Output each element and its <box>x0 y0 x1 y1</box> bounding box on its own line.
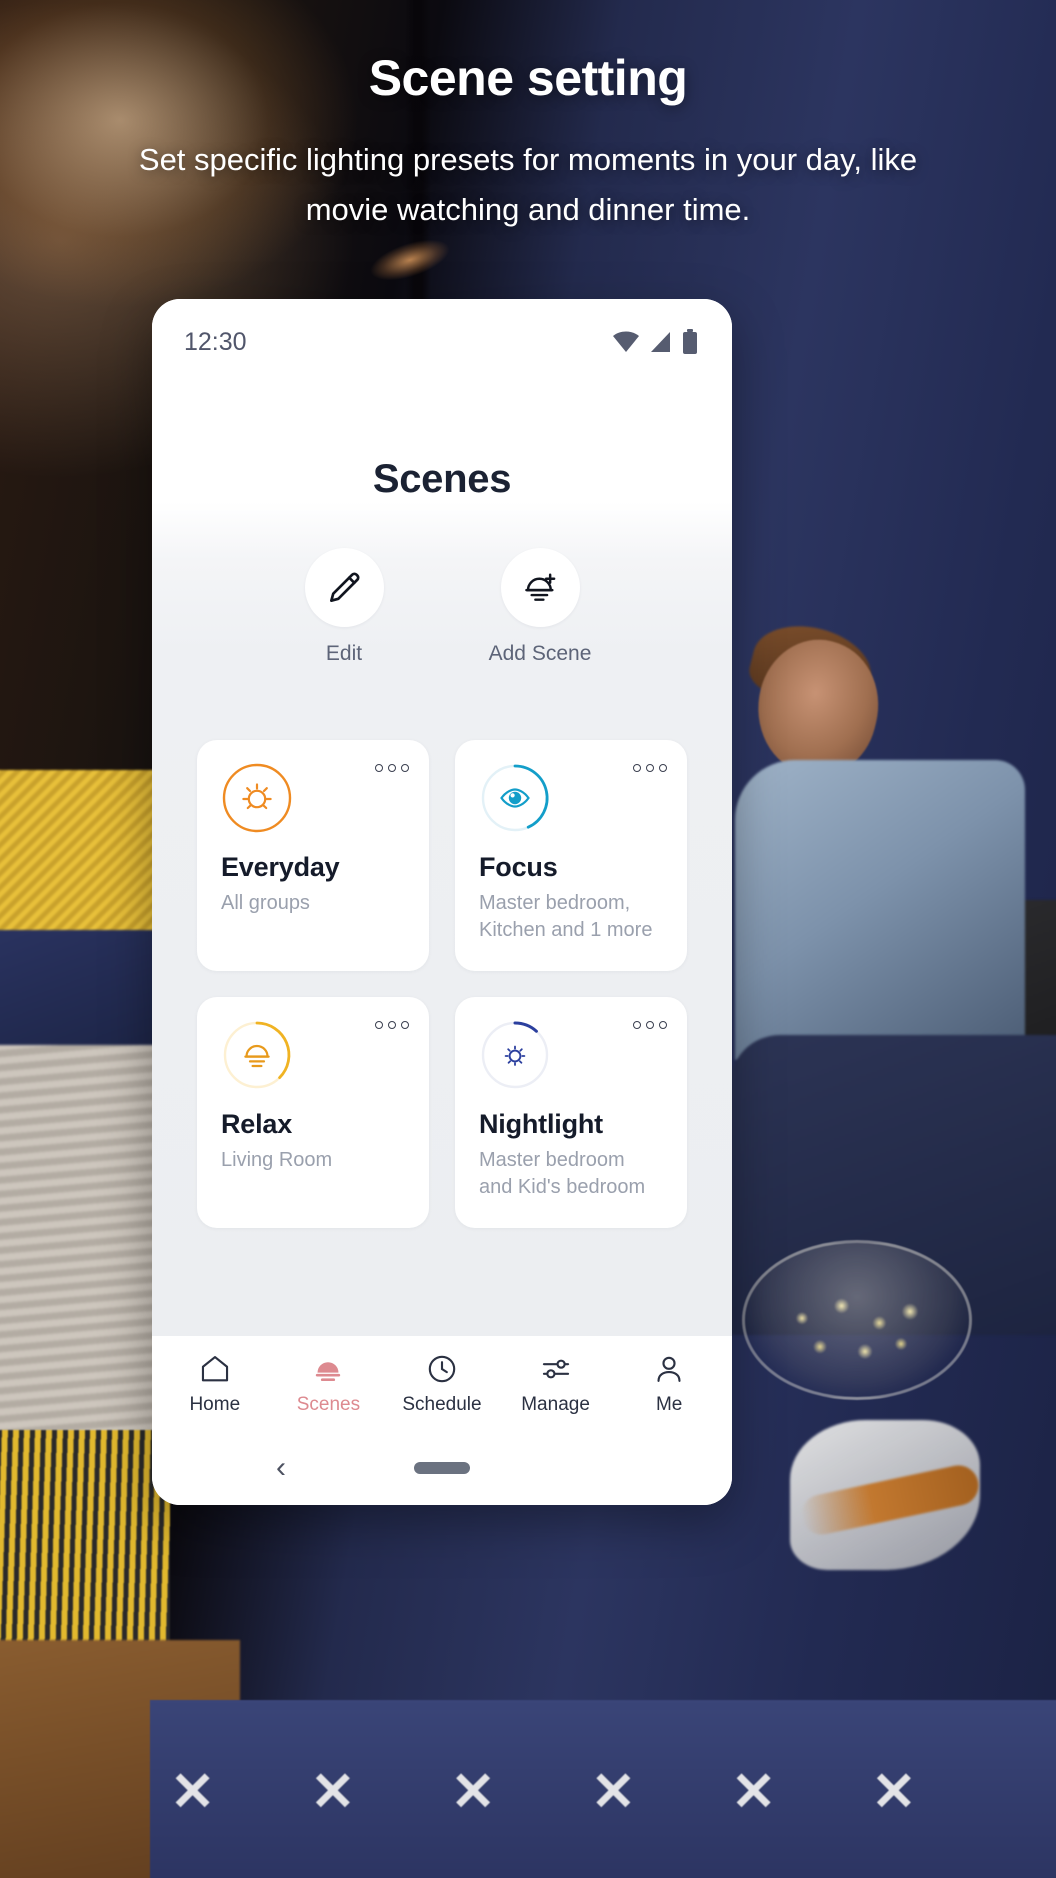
add-scene-button[interactable]: Add Scene <box>480 548 600 666</box>
background-blanket-fringe <box>0 1430 170 1650</box>
status-icons <box>612 329 698 355</box>
nav-label-manage: Manage <box>521 1393 590 1415</box>
bottom-navigation: Home Scenes Schedule Manage Me <box>152 1335 732 1431</box>
scene-lamp-icon <box>316 1361 341 1381</box>
nav-item-scenes[interactable]: Scenes <box>276 1352 380 1416</box>
nav-item-me[interactable]: Me <box>617 1352 721 1416</box>
system-navigation-bar: ‹ <box>152 1431 732 1505</box>
eye-icon <box>481 764 549 832</box>
quick-actions: Edit Add Scene <box>152 502 732 666</box>
scene-icon-focus <box>479 762 551 834</box>
phone-mockup: 12:30 Scenes Edit Add Scene Everyday All… <box>152 299 732 1505</box>
more-options-icon[interactable] <box>375 1021 409 1029</box>
edit-button[interactable]: Edit <box>284 548 404 666</box>
nav-item-manage[interactable]: Manage <box>504 1352 608 1416</box>
cellular-signal-icon <box>651 332 670 352</box>
headline-block: Scene setting Set specific lighting pres… <box>0 0 1056 235</box>
scene-icon-everyday <box>221 762 293 834</box>
scene-subtitle: All groups <box>221 892 310 914</box>
app-title: Scenes <box>372 457 512 501</box>
clock-icon <box>428 1355 456 1382</box>
scene-name: Relax <box>221 1109 293 1139</box>
scene-grid: Everyday All groups Focus Master bedroom <box>152 666 732 1228</box>
more-options-icon[interactable] <box>375 764 409 772</box>
scene-subtitle: Living Room <box>221 1149 333 1171</box>
scene-card-nightlight[interactable]: Nightlight Master bedroom and Kid's bedr… <box>455 997 687 1228</box>
edit-button-label: Edit <box>325 642 363 665</box>
status-bar: 12:30 <box>152 299 732 385</box>
scene-card-everyday[interactable]: Everyday All groups <box>197 740 429 971</box>
more-options-icon[interactable] <box>633 764 667 772</box>
background-popcorn <box>766 1285 946 1380</box>
status-time: 12:30 <box>184 327 247 356</box>
background-person-body <box>735 760 1025 1060</box>
scene-name: Everyday <box>221 852 340 882</box>
nav-label-home: Home <box>189 1393 241 1415</box>
person-icon <box>657 1356 681 1382</box>
app-header: Scenes <box>152 385 732 502</box>
scene-card-focus[interactable]: Focus Master bedroom, Kitchen and 1 more <box>455 740 687 971</box>
nav-item-schedule[interactable]: Schedule <box>390 1352 494 1416</box>
nav-label-schedule: Schedule <box>402 1393 482 1415</box>
nav-label-scenes: Scenes <box>296 1393 361 1415</box>
add-scene-button-circle[interactable] <box>500 548 580 627</box>
page-subtitle: Set specific lighting presets for moment… <box>138 141 918 227</box>
dim-sun-icon <box>481 1021 549 1089</box>
nav-label-me: Me <box>655 1393 683 1415</box>
add-scene-button-label: Add Scene <box>488 642 592 665</box>
wifi-icon <box>613 331 639 352</box>
system-home-pill[interactable] <box>414 1462 470 1474</box>
more-options-icon[interactable] <box>633 1021 667 1029</box>
sliders-icon <box>542 1359 569 1378</box>
background-rug-pattern: ✕ ✕ ✕ ✕ ✕ ✕ <box>170 1762 957 1822</box>
scene-icon-relax <box>221 1019 293 1091</box>
sun-icon <box>222 763 292 833</box>
pencil-icon <box>329 571 360 602</box>
scene-name: Focus <box>479 852 558 882</box>
edit-button-circle[interactable] <box>304 548 384 627</box>
scene-icon-nightlight <box>479 1019 551 1091</box>
scene-subtitle: Master bedroom, Kitchen and 1 more <box>479 892 653 941</box>
scene-name: Nightlight <box>479 1109 603 1139</box>
app-body: Edit Add Scene Everyday All groups Focus… <box>152 502 732 1335</box>
system-back-button[interactable]: ‹ <box>276 1453 286 1483</box>
scene-card-relax[interactable]: Relax Living Room <box>197 997 429 1228</box>
add-lamp-icon <box>525 573 556 601</box>
lamp-icon <box>223 1021 291 1089</box>
battery-icon <box>683 329 697 354</box>
scene-subtitle: Master bedroom and Kid's bedroom <box>479 1149 646 1198</box>
home-icon <box>201 1355 228 1381</box>
nav-item-home[interactable]: Home <box>163 1352 267 1416</box>
page-title: Scene setting <box>368 50 688 106</box>
